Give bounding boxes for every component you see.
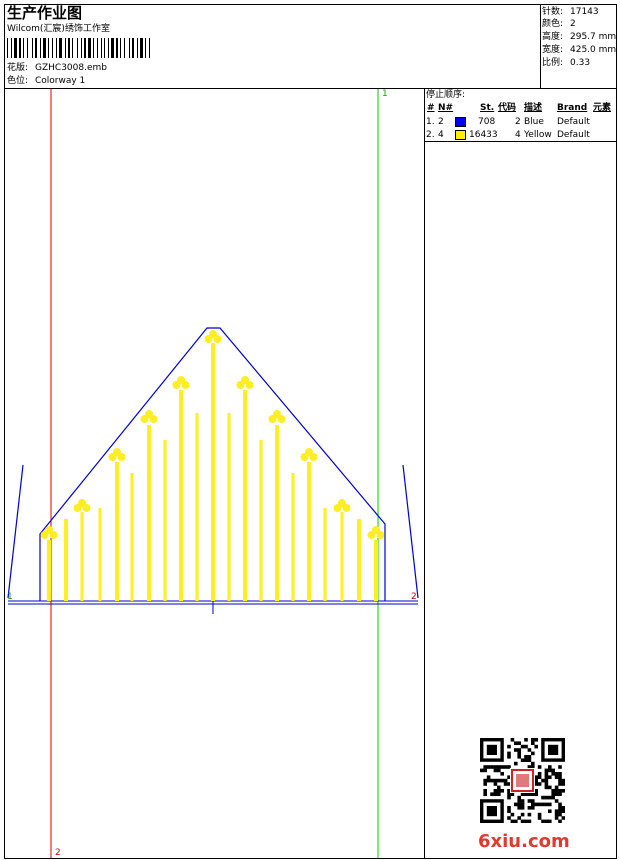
yellow-stripes <box>47 343 378 601</box>
yellow-stripe <box>323 508 327 601</box>
clover-icon <box>172 376 190 389</box>
clover-icon <box>40 526 58 539</box>
width-label: 宽度: <box>542 45 564 55</box>
clover-icon <box>73 499 91 512</box>
col-header-needle: N# <box>438 103 454 113</box>
yellow-stripe <box>195 413 199 601</box>
row2-stitches: 16433 <box>469 130 498 140</box>
scale-label: 比例: <box>542 58 564 68</box>
col-header-code: 代码 <box>498 103 517 113</box>
col-header-brand: Brand <box>557 103 588 113</box>
row1-stitches: 708 <box>478 117 496 127</box>
row1-needle: 2 <box>438 117 444 127</box>
stitches-value: 17143 <box>570 7 599 17</box>
row1-num: 1. <box>426 117 435 127</box>
height-value: 295.7 mm <box>570 32 617 42</box>
row2-desc: Yellow <box>524 130 552 140</box>
scale-value: 0.33 <box>570 58 591 68</box>
stop-sequence-title: 停止顺序: <box>426 90 466 100</box>
clover-icon <box>204 330 222 343</box>
yellow-stripe <box>340 512 344 601</box>
yellow-stripe <box>227 413 231 601</box>
row2-num: 2. <box>426 130 435 140</box>
col-header-desc: 描述 <box>524 103 543 113</box>
row2-brand: Default <box>557 130 590 140</box>
col-header-stitches: St. <box>480 103 495 113</box>
colors-label: 颜色: <box>542 19 564 29</box>
yellow-stripe <box>115 462 119 601</box>
row1-code: 2 <box>515 117 521 127</box>
stop-sequence-divider <box>424 141 617 142</box>
height-label: 高度: <box>542 32 564 42</box>
right-edge-stroke <box>402 464 419 599</box>
clover-icon <box>108 448 126 461</box>
yellow-stripe <box>64 519 68 601</box>
clover-icon <box>268 410 286 423</box>
marker-top: 1 <box>382 89 388 99</box>
yellow-stripe <box>357 519 361 601</box>
yellow-stripe <box>211 343 215 601</box>
yellow-stripe <box>179 390 183 601</box>
row2-needle: 4 <box>438 130 444 140</box>
watermark: 6xiu.com <box>478 831 570 852</box>
clover-icon <box>236 376 254 389</box>
yellow-stripe <box>147 425 151 601</box>
yellow-stripe <box>98 508 102 601</box>
yellow-stripe <box>374 540 378 601</box>
marker-right: 2 <box>411 592 417 602</box>
row2-color-swatch <box>455 130 466 140</box>
clover-icon <box>140 410 158 423</box>
yellow-stripe <box>163 440 167 601</box>
row1-color-swatch <box>455 117 466 127</box>
yellow-stripe <box>243 390 247 601</box>
row2-code: 4 <box>515 130 521 140</box>
design-canvas <box>7 89 419 858</box>
colors-value: 2 <box>570 19 576 29</box>
yellow-stripe <box>47 540 51 601</box>
yellow-stripe <box>259 440 263 601</box>
clover-icon <box>300 448 318 461</box>
yellow-stripe <box>80 512 84 601</box>
clover-icon <box>333 499 351 512</box>
yellow-stripe <box>275 425 279 601</box>
col-header-num: # <box>427 103 435 113</box>
yellow-stripe <box>130 473 134 601</box>
row1-brand: Default <box>557 117 590 127</box>
row1-desc: Blue <box>524 117 544 127</box>
marker-left: 1 <box>7 592 13 602</box>
qr-code <box>480 738 565 823</box>
width-value: 425.0 mm <box>570 45 617 55</box>
clover-icon <box>367 526 385 539</box>
marker-bottom: 2 <box>55 848 61 858</box>
yellow-stripe <box>291 473 295 601</box>
left-edge-stroke <box>7 464 24 599</box>
yellow-stripe <box>307 462 311 601</box>
col-header-element: 元素 <box>593 103 612 113</box>
stitches-label: 针数: <box>542 7 564 17</box>
